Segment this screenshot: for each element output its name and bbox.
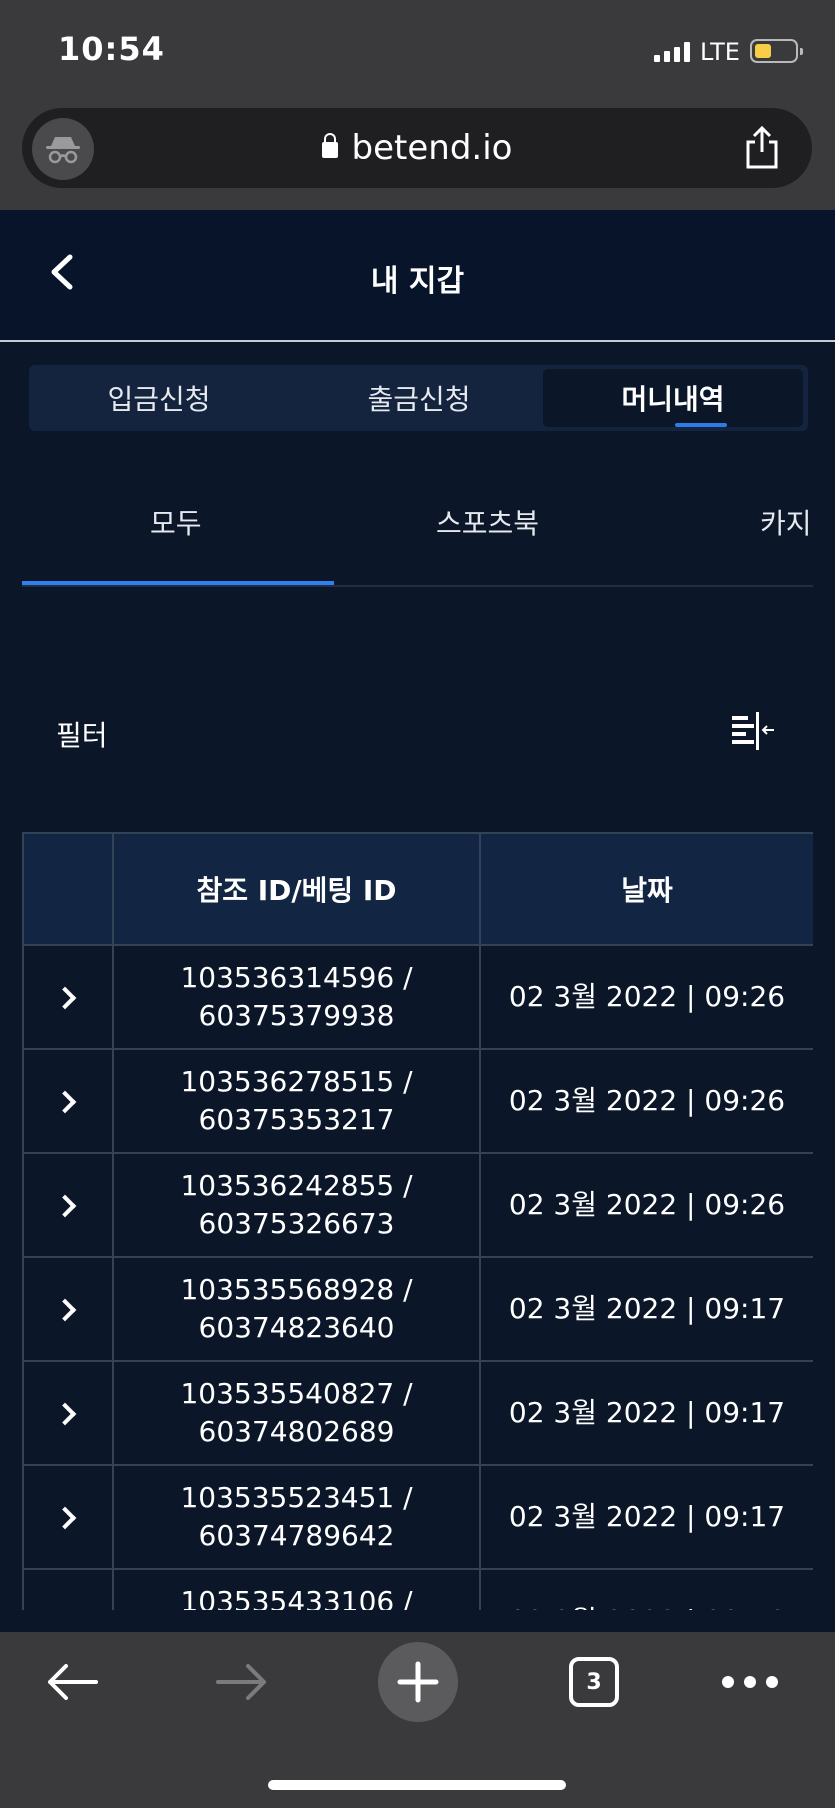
expand-row-button[interactable] [22,944,114,1050]
column-header-id: 참조 ID/베팅 ID [112,832,481,946]
subtab-all[interactable]: 모두 [150,502,202,542]
ref-bet-id-cell: 103535523451 / 60374789642 [112,1464,481,1570]
ref-bet-id-cell: 103535568928 / 60374823640 [112,1256,481,1362]
table-row[interactable]: 103536242855 / 60375326673 02 3월 2022 | 0… [22,1152,813,1258]
ref-id: 103535523451 / [180,1481,413,1514]
table-row[interactable]: 103535540827 / 60374802689 02 3월 2022 | 0… [22,1360,813,1466]
browser-forward-button[interactable] [200,1632,284,1732]
subtab-sportsbook[interactable]: 스포츠북 [436,502,539,542]
ref-bet-id-cell: 103535433106 /60374722000 [112,1568,481,1610]
transaction-table: 참조 ID/베팅 ID 날짜 103536314596 / 60375379938… [22,832,813,1610]
expand-row-button[interactable] [22,1048,114,1154]
subtab-casino[interactable]: 카지 [760,502,812,542]
network-type: LTE [700,38,740,66]
table-row[interactable]: 103535568928 / 60374823640 02 3월 2022 | 0… [22,1256,813,1362]
date-cell: 02 3월 2022 | 09:17 [479,1256,813,1362]
active-tab-underline [675,423,727,427]
category-tabs: 모두 스포츠북 카지 [22,480,813,587]
arrow-left-icon [48,1664,98,1700]
table-row[interactable]: 103535433106 /60374722000 02 3월 2022 | 0… [22,1568,813,1610]
battery-icon [750,39,803,63]
bet-id: 60375353217 [198,1103,395,1136]
filter-label[interactable]: 필터 [56,714,108,754]
expand-row-button[interactable] [22,1464,114,1570]
column-header-expand [22,832,114,946]
tab-count: 3 [569,1657,619,1707]
filter-collapse-icon[interactable] [730,710,778,754]
chevron-right-icon [53,986,77,1010]
browser-address-bar: betend.io [0,100,835,210]
active-subtab-indicator [22,581,334,585]
date-cell: 02 3월 2022 | 09:16 [479,1568,813,1610]
expand-row-button[interactable] [22,1256,114,1362]
wallet-tabs: 입금신청 출금신청 머니내역 [29,365,808,431]
bet-id: 60374789642 [198,1519,395,1552]
tab-deposit[interactable]: 입금신청 [29,365,289,431]
status-time: 10:54 [58,30,165,68]
app-header: 내 지갑 [0,210,835,342]
table-row[interactable]: 103536314596 / 60375379938 02 3월 2022 | 0… [22,944,813,1050]
bet-id: 60375379938 [198,999,395,1032]
table-row[interactable]: 103535523451 / 60374789642 02 3월 2022 | 0… [22,1464,813,1570]
ref-id: 103535433106 / [180,1585,413,1610]
date-cell: 02 3월 2022 | 09:26 [479,1048,813,1154]
expand-row-button[interactable] [22,1568,114,1610]
ref-id: 103535568928 / [180,1273,413,1306]
date-cell: 02 3월 2022 | 09:17 [479,1360,813,1466]
table-row[interactable]: 103536278515 / 60375353217 02 3월 2022 | 0… [22,1048,813,1154]
ref-id: 103536242855 / [180,1169,413,1202]
chevron-right-icon [53,1402,77,1426]
home-indicator [268,1780,566,1790]
ref-id: 103536314596 / [180,961,413,994]
chevron-right-icon [53,1506,77,1530]
date-cell: 02 3월 2022 | 09:26 [479,944,813,1050]
chevron-right-icon [53,1194,77,1218]
tab-withdraw[interactable]: 출금신청 [289,365,549,431]
new-tab-button[interactable] [376,1632,460,1732]
status-bar: 10:54 LTE [0,0,835,100]
ref-bet-id-cell: 103535540827 / 60374802689 [112,1360,481,1466]
ref-id: 103536278515 / [180,1065,413,1098]
share-icon[interactable] [742,124,782,170]
expand-row-button[interactable] [22,1360,114,1466]
ref-bet-id-cell: 103536278515 / 60375353217 [112,1048,481,1154]
page-title: 내 지갑 [370,264,465,299]
tab-money-history[interactable]: 머니내역 [543,369,803,427]
chevron-right-icon [53,1090,77,1114]
date-cell: 02 3월 2022 | 09:26 [479,1152,813,1258]
bet-id: 60374802689 [198,1415,395,1448]
chevron-right-icon [53,1298,77,1322]
url-pill[interactable]: betend.io [22,108,812,188]
more-button[interactable] [708,1632,792,1732]
browser-toolbar: 3 [0,1632,835,1808]
plus-icon [378,1642,458,1722]
url-domain: betend.io [351,128,513,168]
more-icon [722,1676,778,1688]
date-cell: 02 3월 2022 | 09:17 [479,1464,813,1570]
expand-row-button[interactable] [22,1152,114,1258]
column-header-date: 날짜 [479,832,813,946]
arrow-right-icon [216,1664,266,1700]
ref-id: 103535540827 / [180,1377,413,1410]
signal-icon [654,42,690,62]
url-text[interactable]: betend.io [22,128,812,168]
ref-bet-id-cell: 103536242855 / 60375326673 [112,1152,481,1258]
tabs-button[interactable]: 3 [552,1632,636,1732]
bet-id: 60374823640 [198,1311,395,1344]
ref-bet-id-cell: 103536314596 / 60375379938 [112,944,481,1050]
bet-id: 60375326673 [198,1207,395,1240]
lock-icon [321,133,338,158]
table-header-row: 참조 ID/베팅 ID 날짜 [22,832,813,946]
browser-back-button[interactable] [30,1632,114,1732]
